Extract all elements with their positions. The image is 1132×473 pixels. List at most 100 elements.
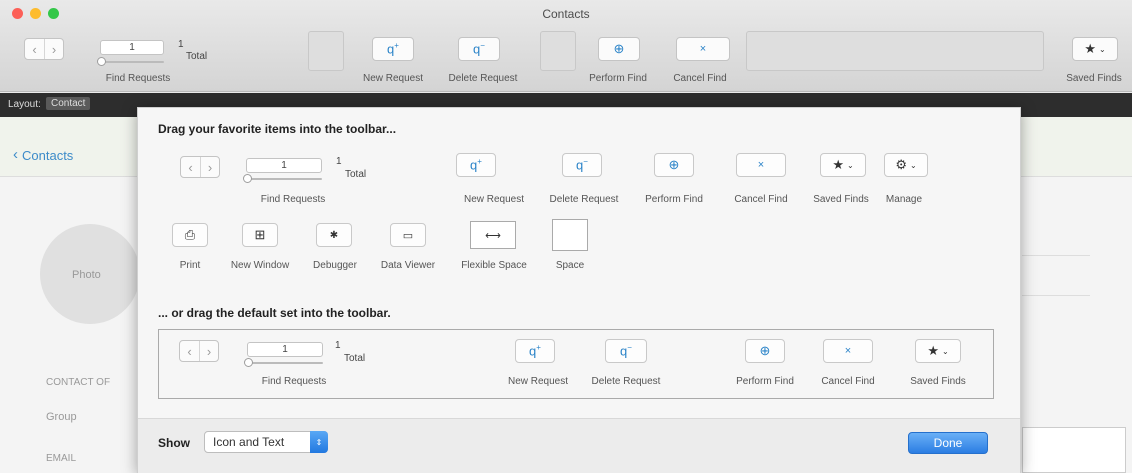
palette-manage-item[interactable]: ⚙ ⌄ bbox=[884, 153, 928, 177]
customize-toolbar-sheet: Drag your favorite items into the toolba… bbox=[137, 107, 1021, 473]
show-mode-popup[interactable]: Icon and Text ⇕ bbox=[204, 431, 328, 453]
record-slider-knob[interactable] bbox=[97, 57, 106, 66]
toolbar-space bbox=[308, 31, 344, 71]
data-viewer-icon: ▭ bbox=[402, 229, 414, 242]
field-right-2[interactable] bbox=[1022, 262, 1090, 296]
chevron-right-icon: › bbox=[200, 157, 219, 177]
current-record-field[interactable]: 1 bbox=[100, 40, 164, 55]
new-request-button[interactable]: q+ bbox=[372, 37, 414, 61]
query-plus-icon: q+ bbox=[470, 157, 482, 173]
query-minus-icon: q− bbox=[576, 157, 588, 173]
bug-icon: ✱ bbox=[329, 229, 339, 241]
palette-data-viewer-item[interactable]: ▭ bbox=[390, 223, 426, 247]
printer-icon: ⎙ bbox=[184, 227, 196, 242]
chevron-left-icon[interactable]: ‹ bbox=[25, 39, 44, 59]
default-record-nav: ‹ › bbox=[179, 340, 219, 362]
record-nav-segment[interactable]: ‹ › bbox=[24, 38, 64, 60]
record-total-label: Total bbox=[186, 51, 208, 62]
chevron-right-icon[interactable]: › bbox=[44, 39, 63, 59]
default-find-requests-label: Find Requests bbox=[261, 376, 327, 387]
show-label: Show bbox=[158, 436, 190, 450]
default-new-request-item: q+ bbox=[515, 339, 555, 363]
palette-cancel-find-label: Cancel Find bbox=[734, 194, 788, 205]
window-titlebar: Contacts ‹ › 1 1 Total Find Requests q+ … bbox=[0, 0, 1132, 92]
saved-finds-button[interactable]: ★ ⌄ bbox=[1072, 37, 1118, 61]
palette-space-label: Space bbox=[555, 260, 585, 271]
palette-perform-find-item[interactable]: ⊕ bbox=[654, 153, 694, 177]
palette-print-item[interactable]: ⎙ bbox=[172, 223, 208, 247]
default-toolbar-set[interactable]: ‹ › 1 1 Total Find Requests q+ New Reque… bbox=[158, 329, 994, 399]
star-icon: ★ bbox=[927, 343, 939, 358]
default-record-slider-knob bbox=[244, 358, 253, 367]
palette-saved-finds-label: Saved Finds bbox=[813, 194, 869, 205]
default-new-request-label: New Request bbox=[507, 376, 569, 387]
chevron-left-icon: ‹ bbox=[13, 146, 18, 163]
magnifier-icon: ⊕ bbox=[759, 343, 771, 358]
palette-delete-request-item[interactable]: q− bbox=[562, 153, 602, 177]
palette-perform-find-label: Perform Find bbox=[645, 194, 703, 205]
palette-record-field: 1 bbox=[246, 158, 322, 173]
chevron-down-icon: ⌄ bbox=[1098, 44, 1106, 54]
layout-popup[interactable]: Contact bbox=[46, 97, 91, 110]
palette-debugger-item[interactable]: ✱ bbox=[316, 223, 352, 247]
magnifier-icon: ⊕ bbox=[613, 41, 625, 56]
palette-record-total: 1 bbox=[336, 156, 342, 167]
palette-cancel-find-item[interactable]: × bbox=[736, 153, 786, 177]
default-record-slider bbox=[247, 362, 323, 364]
query-minus-icon: q− bbox=[620, 343, 632, 359]
gear-icon: ⚙ bbox=[895, 157, 907, 172]
show-mode-value: Icon and Text bbox=[213, 435, 285, 449]
palette-flexible-space-label: Flexible Space bbox=[461, 260, 527, 271]
palette-find-requests-label: Find Requests bbox=[260, 194, 326, 205]
palette-new-request-item[interactable]: q+ bbox=[456, 153, 496, 177]
field-right-1[interactable] bbox=[1022, 222, 1090, 256]
x-icon: × bbox=[757, 159, 765, 171]
new-request-label: New Request bbox=[362, 73, 424, 84]
back-to-contacts-link[interactable]: Contacts bbox=[22, 148, 73, 163]
chevron-right-icon: › bbox=[199, 341, 218, 361]
field-right-3[interactable] bbox=[1022, 427, 1126, 473]
palette-new-request-label: New Request bbox=[463, 194, 525, 205]
palette-new-window-item[interactable]: ⊞ bbox=[242, 223, 278, 247]
done-button[interactable]: Done bbox=[908, 432, 988, 454]
palette-record-nav[interactable]: ‹ › bbox=[180, 156, 220, 178]
record-slider[interactable] bbox=[100, 61, 164, 63]
palette-flexible-space-item[interactable]: ⟷ bbox=[470, 221, 516, 249]
palette-manage-label: Manage bbox=[885, 194, 923, 205]
default-saved-finds-item: ★ ⌄ bbox=[915, 339, 961, 363]
default-saved-finds-label: Saved Finds bbox=[910, 376, 966, 387]
photo-label: Photo bbox=[72, 269, 101, 281]
default-cancel-find-item: × bbox=[823, 339, 873, 363]
query-plus-icon: q+ bbox=[529, 343, 541, 359]
palette-record-slider bbox=[246, 178, 322, 180]
magnifier-icon: ⊕ bbox=[668, 157, 680, 172]
palette-saved-finds-item[interactable]: ★ ⌄ bbox=[820, 153, 866, 177]
palette-debugger-label: Debugger bbox=[313, 260, 357, 271]
palette-delete-request-label: Delete Request bbox=[549, 194, 619, 205]
chevron-down-icon: ⌄ bbox=[941, 346, 949, 356]
chevron-left-icon: ‹ bbox=[188, 159, 193, 175]
x-icon: × bbox=[699, 43, 707, 55]
saved-finds-label: Saved Finds bbox=[1066, 73, 1122, 84]
star-icon: ★ bbox=[832, 157, 844, 172]
query-minus-icon: q− bbox=[473, 41, 485, 57]
delete-request-button[interactable]: q− bbox=[458, 37, 500, 61]
palette-new-window-label: New Window bbox=[230, 260, 290, 271]
palette-space-item[interactable] bbox=[552, 219, 588, 251]
chevron-down-icon: ⌄ bbox=[909, 160, 917, 170]
cancel-find-button[interactable]: × bbox=[676, 37, 730, 61]
find-requests-label: Find Requests bbox=[105, 73, 171, 84]
record-total-count: 1 bbox=[178, 39, 184, 50]
default-delete-request-item: q− bbox=[605, 339, 647, 363]
toolbar-flexible-space bbox=[746, 31, 1044, 71]
palette-record-total-label: Total bbox=[345, 169, 367, 180]
x-icon: × bbox=[844, 345, 852, 357]
email-label: EMAIL bbox=[46, 453, 77, 464]
perform-find-button[interactable]: ⊕ bbox=[598, 37, 640, 61]
double-arrow-icon: ⟷ bbox=[485, 229, 501, 242]
chevron-updown-icon: ⇕ bbox=[310, 431, 328, 453]
palette-record-slider-knob bbox=[243, 174, 252, 183]
group-label: Group bbox=[46, 411, 77, 423]
new-window-icon: ⊞ bbox=[254, 227, 266, 242]
default-record-total: 1 bbox=[335, 340, 341, 351]
